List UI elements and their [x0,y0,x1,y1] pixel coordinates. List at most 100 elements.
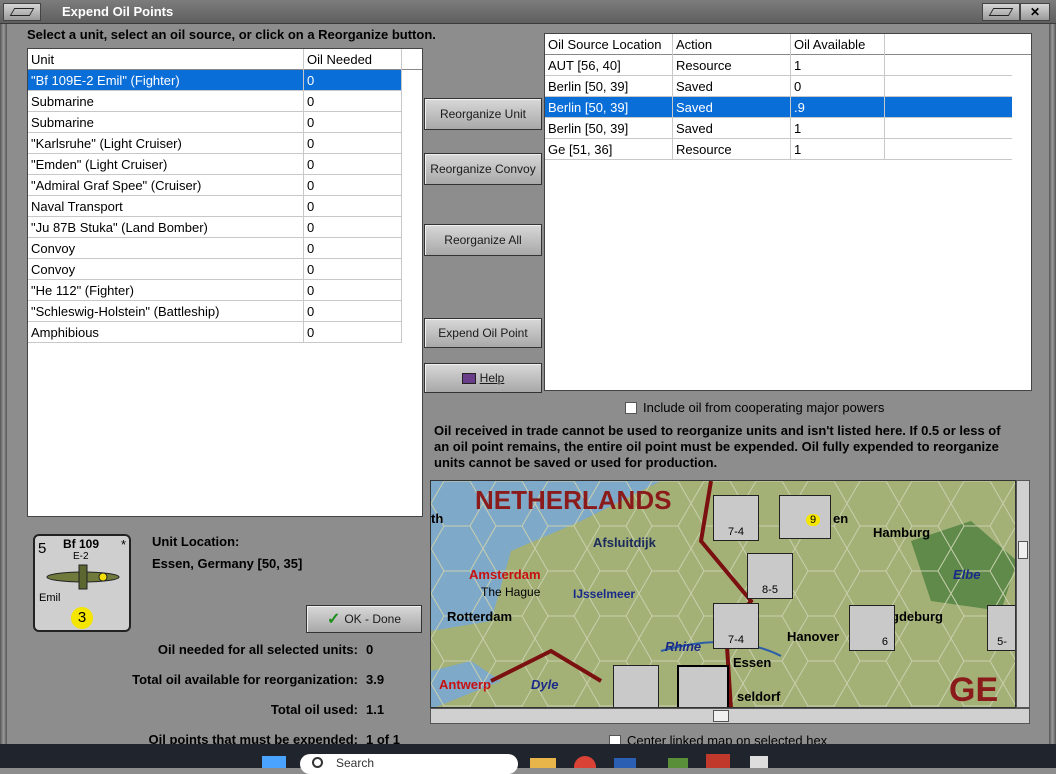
selected-air-counter-bf109[interactable] [677,665,729,707]
unit-row[interactable]: "Karlsruhe" (Light Cruiser) 0 [28,133,402,154]
right-frame [1049,24,1056,744]
reorganize-unit-button[interactable]: Reorganize Unit [424,98,542,130]
unit-nickname: Emil [39,592,61,604]
window-icon [9,8,35,16]
notepad-icon[interactable] [750,756,768,768]
include-oil-label: Include oil from cooperating major power… [643,400,885,415]
oil-source-row[interactable]: Berlin [50, 39] Saved .9 [545,97,1012,118]
action-cell: Resource [673,55,791,76]
oil-available-cell: 0 [791,76,885,97]
unit-row[interactable]: "Emden" (Light Cruiser) 0 [28,154,402,175]
restore-icon [988,8,1014,16]
location-cell: Berlin [50, 39] [545,76,673,97]
column-header-action[interactable]: Action [673,34,791,55]
column-header-oil-needed[interactable]: Oil Needed [304,49,402,70]
location-cell: Berlin [50, 39] [545,97,673,118]
app-icon[interactable] [668,758,688,768]
include-oil-checkbox[interactable] [625,402,637,414]
unit-name-cell: Amphibious [28,322,304,343]
oil-source-row[interactable]: AUT [56, 40] Resource 1 [545,55,1012,76]
air-counter-bf110[interactable] [613,665,659,707]
stat-value: 0 [366,642,374,657]
map-label-afsluitdijk: Afsluitdijk [593,535,656,550]
word-icon[interactable] [614,758,636,768]
taskbar [0,744,1056,768]
map-horizontal-scrollbar[interactable] [430,708,1030,724]
stat-value: 1.1 [366,702,385,717]
unit-name-cell: "He 112" (Fighter) [28,280,304,301]
reorganize-all-button[interactable]: Reorganize All [424,224,542,256]
map-label-netherlands: NETHERLANDS [475,485,672,515]
unit-row[interactable]: Amphibious 0 [28,322,402,343]
oil-source-row[interactable]: Ge [51, 36] Resource 1 [545,139,1012,160]
units-table-header: Unit Oil Needed [28,49,422,70]
expend-oil-point-button[interactable]: Expend Oil Point [424,318,542,348]
army-counter-3[interactable]: 7-4 [713,603,759,649]
location-cell: Ge [51, 36] [545,139,673,160]
unit-location-label: Unit Location: [152,534,240,549]
sources-table-header: Oil Source Location Action Oil Available [545,34,1031,55]
restore-button[interactable] [982,3,1020,21]
unit-row[interactable]: Submarine 0 [28,112,402,133]
unit-row[interactable]: "Bf 109E-2 Emil" (Fighter) 0 [28,70,402,91]
ok-done-label: OK - Done [344,612,402,626]
oil-needed-cell: 0 [304,70,402,91]
taskbar-search[interactable]: Search [300,754,518,774]
chrome-icon[interactable] [574,756,596,768]
map-label-the-hague: The Hague [481,585,541,599]
unit-row[interactable]: "Admiral Graf Spee" (Cruiser) 0 [28,175,402,196]
oil-source-row[interactable]: Berlin [50, 39] Saved 0 [545,76,1012,97]
horizontal-scroll-thumb[interactable] [713,710,729,722]
map-label-amsterdam: Amsterdam [469,567,541,582]
unit-row[interactable]: Naval Transport 0 [28,196,402,217]
unit-counter-card: 5 Bf 109 * E-2 Emil 3 [33,534,131,632]
army-counter-2[interactable]: 8-5 [747,553,793,599]
army-counter-4[interactable]: 6 [849,605,895,651]
unit-row[interactable]: Convoy 0 [28,259,402,280]
help-button[interactable]: Help [424,363,542,393]
map-vertical-scrollbar[interactable] [1016,480,1030,708]
unit-name: Bf 109 [63,537,100,551]
column-header-oil-available[interactable]: Oil Available [791,34,885,55]
column-header-unit[interactable]: Unit [28,49,304,70]
oil-needed-cell: 0 [304,175,402,196]
unit-row[interactable]: Convoy 0 [28,238,402,259]
oil-needed-cell: 0 [304,259,402,280]
unit-model: E-2 [73,551,89,562]
unit-name-cell: "Schleswig-Holstein" (Battleship) [28,301,304,322]
unit-row[interactable]: "Schleswig-Holstein" (Battleship) 0 [28,301,402,322]
unit-row[interactable]: "He 112" (Fighter) 0 [28,280,402,301]
system-menu-button[interactable] [3,3,41,21]
reorganize-convoy-button[interactable]: Reorganize Convoy [424,153,542,185]
map-label-hanover: Hanover [787,629,840,644]
air-counter[interactable]: 9 [779,495,831,539]
column-header-location[interactable]: Oil Source Location [545,34,673,55]
unit-row[interactable]: Submarine 0 [28,91,402,112]
file-explorer-icon[interactable] [530,758,556,768]
unit-row[interactable]: "Ju 87B Stuka" (Land Bomber) 0 [28,217,402,238]
oil-source-row[interactable]: Berlin [50, 39] Saved 1 [545,118,1012,139]
army-counter-5[interactable]: 5- [987,605,1015,651]
army-counter-1[interactable]: 7-4 [713,495,759,541]
ok-done-button[interactable]: ✓ OK - Done [306,605,422,633]
unit-corner-mark: * [120,537,126,552]
vertical-scroll-thumb[interactable] [1018,541,1028,559]
help-book-icon [461,372,476,384]
windows-start-icon[interactable] [262,756,286,768]
oil-available-cell: .9 [791,97,885,118]
unit-name-cell: "Emden" (Light Cruiser) [28,154,304,175]
units-table[interactable]: Unit Oil Needed "Bf 109E-2 Emil" (Fighte… [27,48,423,517]
action-cell: Saved [673,76,791,97]
search-icon [312,757,323,768]
oil-sources-table[interactable]: Oil Source Location Action Oil Available… [544,33,1032,391]
oil-needed-cell: 0 [304,133,402,154]
oil-info-text: Oil received in trade cannot be used to … [434,423,1001,470]
map-label-dusseldorf: seldorf [737,689,781,704]
unit-name-cell: "Bf 109E-2 Emil" (Fighter) [28,70,304,91]
linked-map[interactable]: NETHERLANDS Afsluitdijk Amsterdam The Ha… [430,480,1016,708]
oil-available-cell: 1 [791,139,885,160]
game-icon[interactable] [706,754,730,768]
map-label-rhine: Rhine [665,639,702,654]
oil-needed-cell: 0 [304,238,402,259]
close-button[interactable]: ✕ [1020,3,1050,21]
